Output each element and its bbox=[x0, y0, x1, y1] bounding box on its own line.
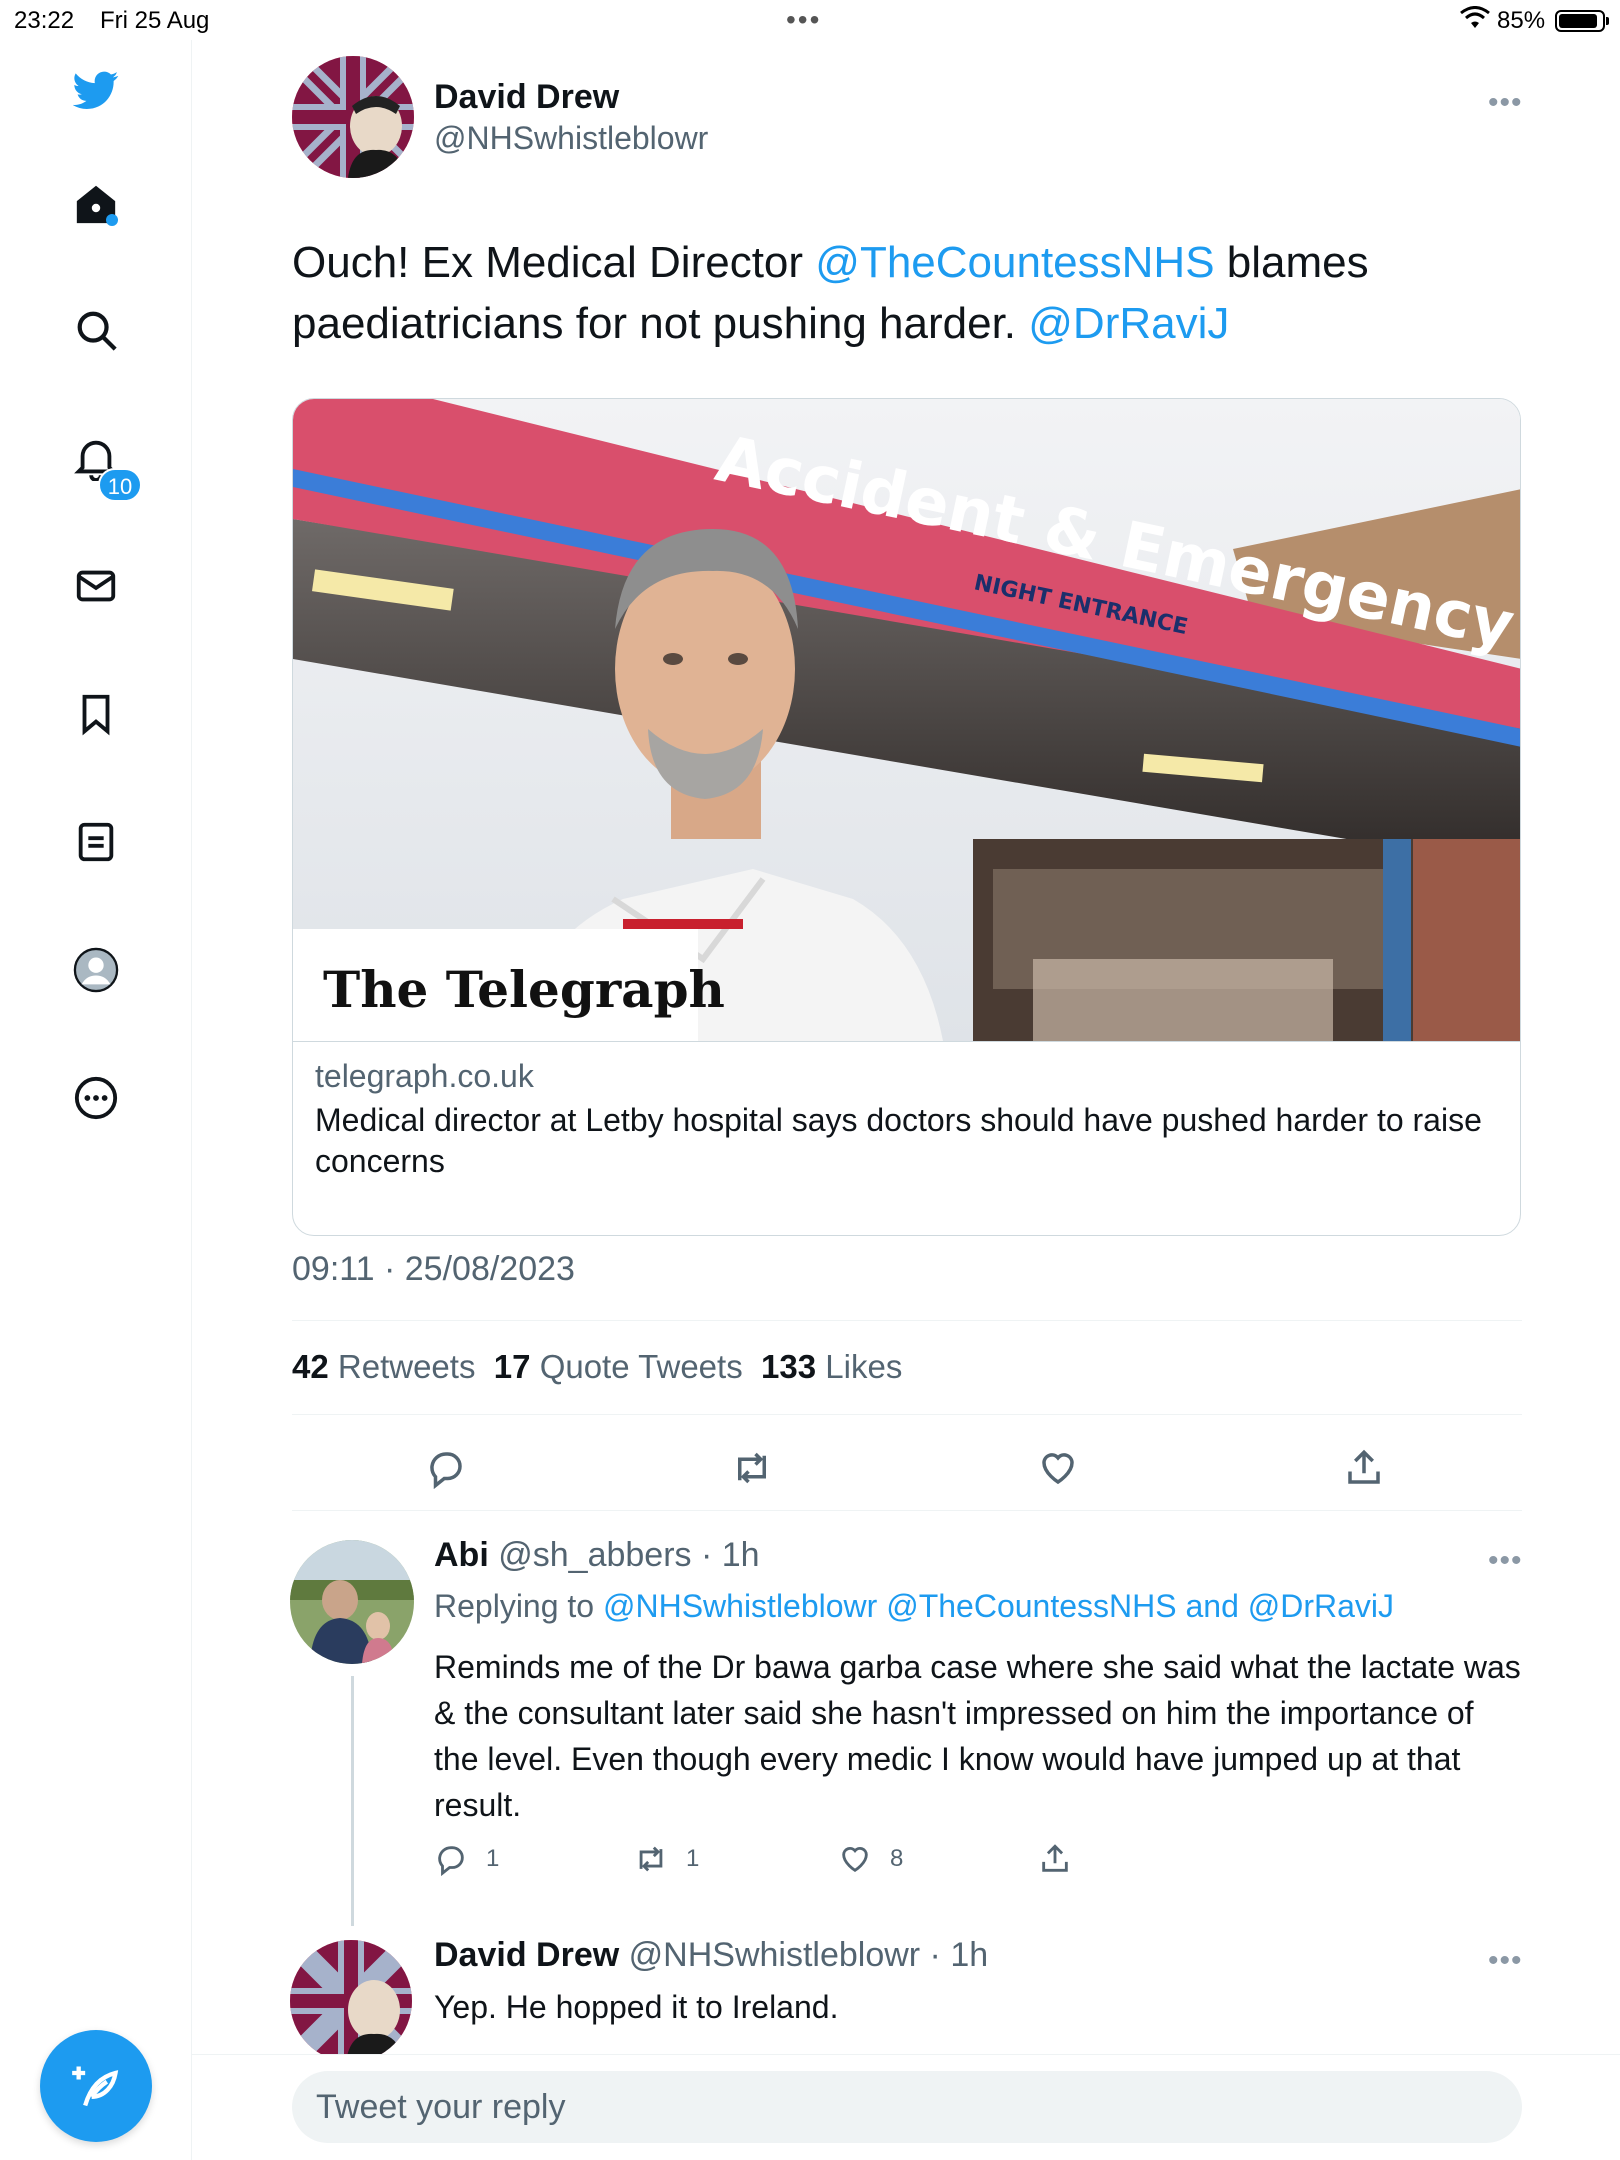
reply-reply-button[interactable]: 1 bbox=[434, 1842, 499, 1876]
reply-composer-bar bbox=[192, 2054, 1620, 2160]
home-icon[interactable] bbox=[66, 174, 126, 234]
reply-handle-time[interactable]: @sh_abbers · 1h bbox=[498, 1536, 759, 1574]
mention-link[interactable]: @TheCountessNHS bbox=[815, 238, 1214, 287]
likes-count: 133 bbox=[761, 1348, 817, 1385]
home-unread-dot bbox=[106, 214, 118, 226]
tweet-reply-input[interactable] bbox=[292, 2071, 1522, 2143]
replying-mentions[interactable]: @NHSwhistleblowr @TheCountessNHS and @Dr… bbox=[603, 1588, 1394, 1624]
reply-author-name[interactable]: Abi bbox=[434, 1536, 489, 1574]
reply-author-line: David Drew @NHSwhistleblowr · 1h bbox=[434, 1936, 988, 1975]
reply-icon bbox=[430, 1452, 462, 1489]
card-logo-text: The Telegraph bbox=[323, 960, 725, 1019]
reply-retweet-button[interactable]: 1 bbox=[634, 1842, 699, 1876]
search-icon[interactable] bbox=[66, 300, 126, 360]
reply-count: 1 bbox=[486, 1845, 500, 1872]
card-title: Medical director at Letby hospital says … bbox=[315, 1102, 1482, 1179]
reply-handle-time[interactable]: @NHSwhistleblowr · 1h bbox=[629, 1936, 989, 1974]
replying-to: Replying to @NHSwhistleblowr @TheCountes… bbox=[434, 1588, 1394, 1625]
divider bbox=[292, 1414, 1522, 1415]
messages-icon[interactable] bbox=[66, 556, 126, 616]
reply-like-button[interactable]: 8 bbox=[838, 1842, 903, 1876]
retweets-stat[interactable]: 42 Retweets bbox=[292, 1348, 475, 1385]
tweet-text: Ouch! Ex Medical Director @TheCountessNH… bbox=[292, 232, 1522, 354]
battery-percent: 85% bbox=[1497, 7, 1546, 34]
card-domain: telegraph.co.uk bbox=[315, 1058, 534, 1094]
feather-plus-icon bbox=[72, 2066, 119, 2107]
thread-line bbox=[351, 1676, 354, 1926]
reply-button[interactable] bbox=[416, 1438, 476, 1498]
retweet-button[interactable] bbox=[722, 1438, 782, 1498]
compose-tweet-button[interactable] bbox=[40, 2030, 152, 2142]
tweet-stats: 42 Retweets 17 Quote Tweets 133 Likes bbox=[292, 1348, 902, 1386]
status-time: 23:22 bbox=[14, 7, 75, 34]
heart-icon bbox=[842, 1847, 868, 1873]
share-button[interactable] bbox=[1334, 1438, 1394, 1498]
retweet-icon bbox=[738, 1452, 766, 1484]
profile-icon[interactable] bbox=[66, 940, 126, 1000]
tweet-timestamp[interactable]: 09:11 · 25/08/2023 bbox=[292, 1250, 575, 1289]
replying-label: Replying to bbox=[434, 1588, 603, 1624]
like-count: 8 bbox=[890, 1845, 904, 1872]
reply-share-button[interactable] bbox=[1038, 1842, 1090, 1876]
like-button[interactable] bbox=[1028, 1438, 1088, 1498]
quotes-count: 17 bbox=[493, 1348, 531, 1385]
retweet-icon bbox=[639, 1846, 663, 1872]
share-icon bbox=[1042, 1844, 1068, 1872]
reply-text: Reminds me of the Dr bawa garba case whe… bbox=[434, 1649, 1521, 1823]
battery-icon bbox=[1555, 10, 1609, 32]
wifi-icon bbox=[1460, 6, 1490, 28]
likes-label: Likes bbox=[825, 1348, 903, 1385]
divider bbox=[292, 1510, 1522, 1511]
tweet-more-icon[interactable]: ••• bbox=[1488, 86, 1523, 120]
divider bbox=[292, 1320, 1522, 1321]
status-date: Fri 25 Aug bbox=[100, 7, 210, 34]
card-meta: telegraph.co.uk Medical director at Letb… bbox=[293, 1041, 1520, 1235]
author-name[interactable]: David Drew bbox=[434, 78, 619, 117]
author-avatar[interactable] bbox=[292, 56, 414, 178]
reply-actions: 1 1 8 bbox=[434, 1842, 1134, 1882]
link-preview-card[interactable]: Accident & Emergency NIGHT ENTRANCE The … bbox=[292, 398, 1521, 1236]
retweets-label: Retweets bbox=[337, 1348, 476, 1385]
tweet-text-part: Ouch! Ex Medical Director bbox=[292, 238, 816, 287]
mention-link[interactable]: @DrRaviJ bbox=[1028, 299, 1229, 348]
reply-text: Yep. He hopped it to Ireland. bbox=[434, 1989, 839, 2025]
reply-avatar-abi[interactable] bbox=[290, 1540, 414, 1664]
quotes-stat[interactable]: 17 Quote Tweets bbox=[494, 1348, 743, 1385]
reply-more-icon[interactable]: ••• bbox=[1488, 1544, 1523, 1578]
share-icon bbox=[1348, 1449, 1380, 1484]
reply-author-line: Abi @sh_abbers · 1h bbox=[434, 1536, 760, 1575]
reply-avatar-david[interactable] bbox=[290, 1940, 412, 2062]
heart-icon bbox=[1042, 1453, 1074, 1485]
tweet-actions bbox=[292, 1438, 1522, 1502]
reply-icon bbox=[438, 1846, 464, 1876]
sidebar-nav: 10 bbox=[0, 40, 192, 2160]
card-image: Accident & Emergency NIGHT ENTRANCE The … bbox=[293, 399, 1520, 1041]
bookmarks-icon[interactable] bbox=[66, 684, 126, 744]
reply-more-icon[interactable]: ••• bbox=[1488, 1944, 1523, 1978]
retweets-count: 42 bbox=[292, 1348, 329, 1385]
lists-icon[interactable] bbox=[66, 812, 126, 872]
quotes-label: Quote Tweets bbox=[539, 1348, 743, 1385]
multitasking-dots-icon[interactable]: ••• bbox=[786, 4, 821, 36]
retweet-count: 1 bbox=[686, 1845, 700, 1872]
likes-stat[interactable]: 133 Likes bbox=[761, 1348, 902, 1385]
status-bar: 23:22 Fri 25 Aug ••• 85% bbox=[0, 0, 1620, 40]
author-handle[interactable]: @NHSwhistleblowr bbox=[434, 120, 708, 157]
reply-author-name[interactable]: David Drew bbox=[434, 1936, 619, 1974]
notifications-badge: 10 bbox=[98, 468, 142, 502]
twitter-logo-icon[interactable] bbox=[66, 60, 126, 120]
more-options-icon[interactable] bbox=[66, 1068, 126, 1128]
